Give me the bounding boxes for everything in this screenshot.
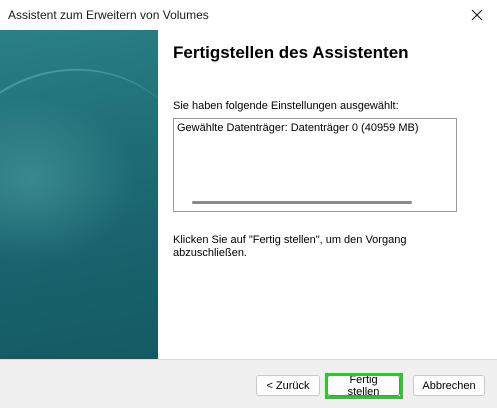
- cancel-button[interactable]: Abbrechen: [413, 375, 485, 396]
- wizard-side-banner: [0, 30, 158, 359]
- title-bar: Assistent zum Erweitern von Volumes: [0, 0, 497, 30]
- summary-label: Sie haben folgende Einstellungen ausgewä…: [173, 100, 399, 112]
- banner-decoration: [0, 32, 158, 350]
- button-bar: < Zurück Fertig stellen Abbrechen: [0, 359, 497, 408]
- summary-textbox[interactable]: Gewählte Datenträger: Datenträger 0 (409…: [173, 118, 457, 212]
- summary-text: Gewählte Datenträger: Datenträger 0 (409…: [177, 122, 419, 134]
- back-button[interactable]: < Zurück: [256, 375, 320, 396]
- instruction-text: Klicken Sie auf "Fertig stellen", um den…: [173, 234, 407, 259]
- horizontal-scrollbar[interactable]: [192, 201, 412, 204]
- close-button[interactable]: [463, 2, 491, 28]
- finish-button[interactable]: Fertig stellen: [327, 374, 400, 398]
- wizard-content: Fertigstellen des Assistenten Sie haben …: [158, 30, 497, 359]
- page-title: Fertigstellen des Assistenten: [173, 43, 409, 62]
- close-icon: [471, 9, 483, 21]
- window-title: Assistent zum Erweitern von Volumes: [8, 8, 209, 22]
